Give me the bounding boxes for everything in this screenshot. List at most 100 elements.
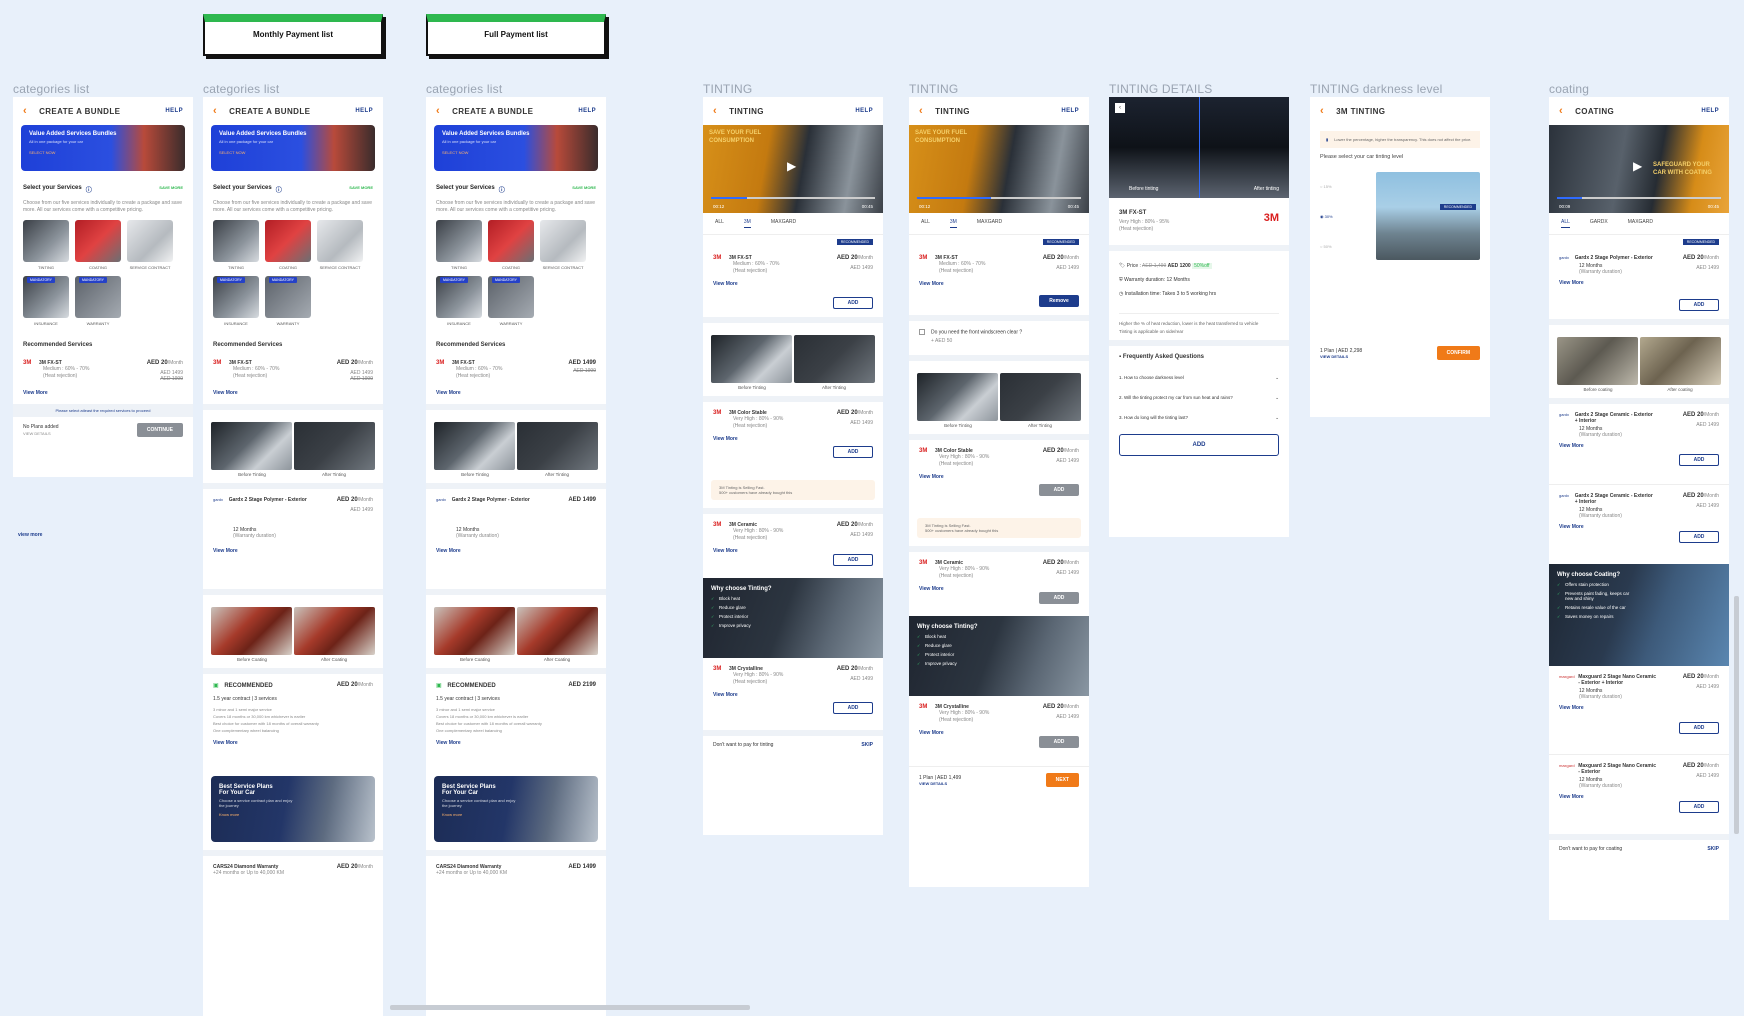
coating-tile[interactable] [488, 220, 534, 262]
tinting-video[interactable]: SAVE YOUR FUEL CONSUMPTION 00:12 00:45 [909, 125, 1089, 213]
continue-button[interactable]: CONTINUE [136, 423, 183, 437]
help-link[interactable]: HELP [578, 108, 596, 114]
before-coating-image [211, 607, 292, 655]
remove-button[interactable]: Remove [1039, 295, 1079, 307]
confirm-button[interactable]: CONFIRM [1436, 346, 1480, 360]
help-link[interactable]: HELP [1701, 108, 1719, 114]
service-plans-banner[interactable]: Best Service Plans For Your Car Choose a s… [211, 776, 375, 842]
checkbox[interactable] [919, 329, 925, 335]
tab-all[interactable]: ALL [1561, 219, 1570, 228]
tab-gardx[interactable]: GARDX [1590, 219, 1608, 228]
view-more-link[interactable]: View More [1559, 705, 1719, 711]
view-details-link[interactable]: VIEW DETAILS [1320, 354, 1362, 359]
skip-link[interactable]: SKIP [1707, 846, 1719, 852]
info-icon[interactable]: ⓘ [499, 185, 505, 194]
tab-3m[interactable]: 3M [743, 219, 751, 228]
view-more-link[interactable]: View More [713, 281, 873, 287]
view-more-link[interactable]: View More [436, 740, 596, 746]
add-button-disabled[interactable]: ADD [1039, 592, 1079, 604]
help-link[interactable]: HELP [165, 108, 183, 114]
back-icon[interactable]: ‹ [919, 105, 923, 117]
service-plans-banner[interactable]: Best Service Plans For Your Car Choose a s… [434, 776, 598, 842]
tab-maxgard[interactable]: MAXGARD [977, 219, 1002, 228]
faq-item[interactable]: 2. Will the tinting protect my car from … [1109, 388, 1289, 408]
add-button[interactable]: ADD [1679, 531, 1719, 543]
back-icon[interactable]: ‹ [23, 105, 27, 117]
service-contract-tile[interactable] [127, 220, 173, 262]
view-more-link[interactable]: view more [18, 532, 42, 538]
info-icon[interactable]: ⓘ [86, 185, 92, 194]
faq-item[interactable]: 1. How to choose darkness level ⌄ [1109, 368, 1289, 388]
add-button[interactable]: ADD [1679, 801, 1719, 813]
coating-tile[interactable] [75, 220, 121, 262]
banner-cta[interactable]: SELECT NOW [29, 150, 177, 155]
recommended-badge: RECOMMENDED [1682, 239, 1719, 245]
view-more-link[interactable]: View More [713, 436, 873, 442]
view-more-link[interactable]: View More [436, 548, 596, 554]
tab-maxgard[interactable]: MAXGARD [1628, 219, 1653, 228]
view-more-link[interactable]: View More [213, 740, 373, 746]
view-more-link[interactable]: View More [23, 390, 183, 396]
add-button[interactable]: ADD [833, 446, 873, 458]
back-icon[interactable]: ‹ [1320, 105, 1324, 117]
level-option[interactable]: ○ 50% [1320, 244, 1332, 249]
back-icon[interactable]: ‹ [436, 105, 440, 117]
tab-all[interactable]: ALL [921, 219, 930, 228]
tab-maxgard[interactable]: MAXGARD [771, 219, 796, 228]
next-button[interactable]: NEXT [1045, 773, 1079, 787]
product-name: Gardx 2 Stage Polymer - Exterior [228, 497, 307, 503]
view-details-link[interactable]: VIEW DETAILS [919, 781, 961, 786]
view-more-link[interactable]: View More [713, 692, 873, 698]
back-icon[interactable]: ‹ [213, 105, 217, 117]
add-button-disabled[interactable]: ADD [1039, 736, 1079, 748]
bundle-banner[interactable]: Value Added Services Bundles All in one p… [211, 125, 375, 171]
view-details-link[interactable]: VIEW DETAILS [23, 430, 59, 437]
help-link[interactable]: HELP [355, 108, 373, 114]
add-button[interactable]: ADD [833, 297, 873, 309]
info-icon[interactable]: ⓘ [276, 185, 282, 194]
coating-tile[interactable] [265, 220, 311, 262]
add-button[interactable]: ADD [833, 554, 873, 566]
close-icon[interactable]: ‹ [1115, 103, 1125, 113]
view-more-link[interactable]: View More [436, 390, 596, 396]
tinting-tile[interactable] [23, 220, 69, 262]
help-link[interactable]: HELP [855, 108, 873, 114]
add-button[interactable]: ADD [833, 702, 873, 714]
service-contract-tile[interactable] [540, 220, 586, 262]
tinting-tile[interactable] [436, 220, 482, 262]
add-button[interactable]: ADD [1119, 434, 1279, 456]
back-icon[interactable]: ‹ [713, 105, 717, 117]
tab-all[interactable]: ALL [715, 219, 724, 228]
view-more-link[interactable]: View More [1559, 524, 1719, 530]
help-link[interactable]: HELP [1061, 108, 1079, 114]
tinting-tile[interactable] [213, 220, 259, 262]
add-button[interactable]: ADD [1679, 299, 1719, 311]
add-button-disabled[interactable]: ADD [1039, 484, 1079, 496]
view-more-link[interactable]: View More [919, 281, 1079, 287]
view-more-link[interactable]: View More [919, 474, 1079, 480]
view-more-link[interactable]: View More [1559, 443, 1719, 449]
add-button[interactable]: ADD [1679, 722, 1719, 734]
add-button[interactable]: ADD [1679, 454, 1719, 466]
bundle-banner[interactable]: Value Added Services Bundles All in one p… [21, 125, 185, 171]
view-more-link[interactable]: View More [213, 390, 373, 396]
play-icon[interactable]: ▶ [1633, 159, 1642, 173]
screen-title: 3M TINTING [1336, 106, 1386, 116]
skip-link[interactable]: SKIP [861, 742, 873, 748]
view-more-link[interactable]: View More [1559, 280, 1719, 286]
horizontal-scrollbar[interactable] [390, 1005, 750, 1010]
back-icon[interactable]: ‹ [1559, 105, 1563, 117]
vertical-scrollbar[interactable] [1734, 596, 1739, 834]
play-icon[interactable]: ▶ [787, 159, 796, 173]
level-option-selected[interactable]: ◉ 30% [1320, 214, 1333, 219]
tab-3m[interactable]: 3M [949, 219, 957, 228]
view-more-link[interactable]: View More [1559, 794, 1719, 800]
recommended-badge: RECOMMENDED [1439, 204, 1476, 210]
service-contract-tile[interactable] [317, 220, 363, 262]
faq-item[interactable]: 3. How do long will the tinting last? ⌄ [1109, 408, 1289, 428]
bundle-banner[interactable]: Value Added Services Bundles All in one p… [434, 125, 598, 171]
tinting-video[interactable]: SAVE YOUR FUEL CONSUMPTION 00:12 00:45 ▶ [703, 125, 883, 213]
coating-video[interactable]: SAFEGUARD YOUR CAR WITH COATING 00:09 00:4… [1549, 125, 1729, 213]
view-more-link[interactable]: View More [213, 548, 373, 554]
level-option[interactable]: ○ 15% [1320, 184, 1332, 189]
